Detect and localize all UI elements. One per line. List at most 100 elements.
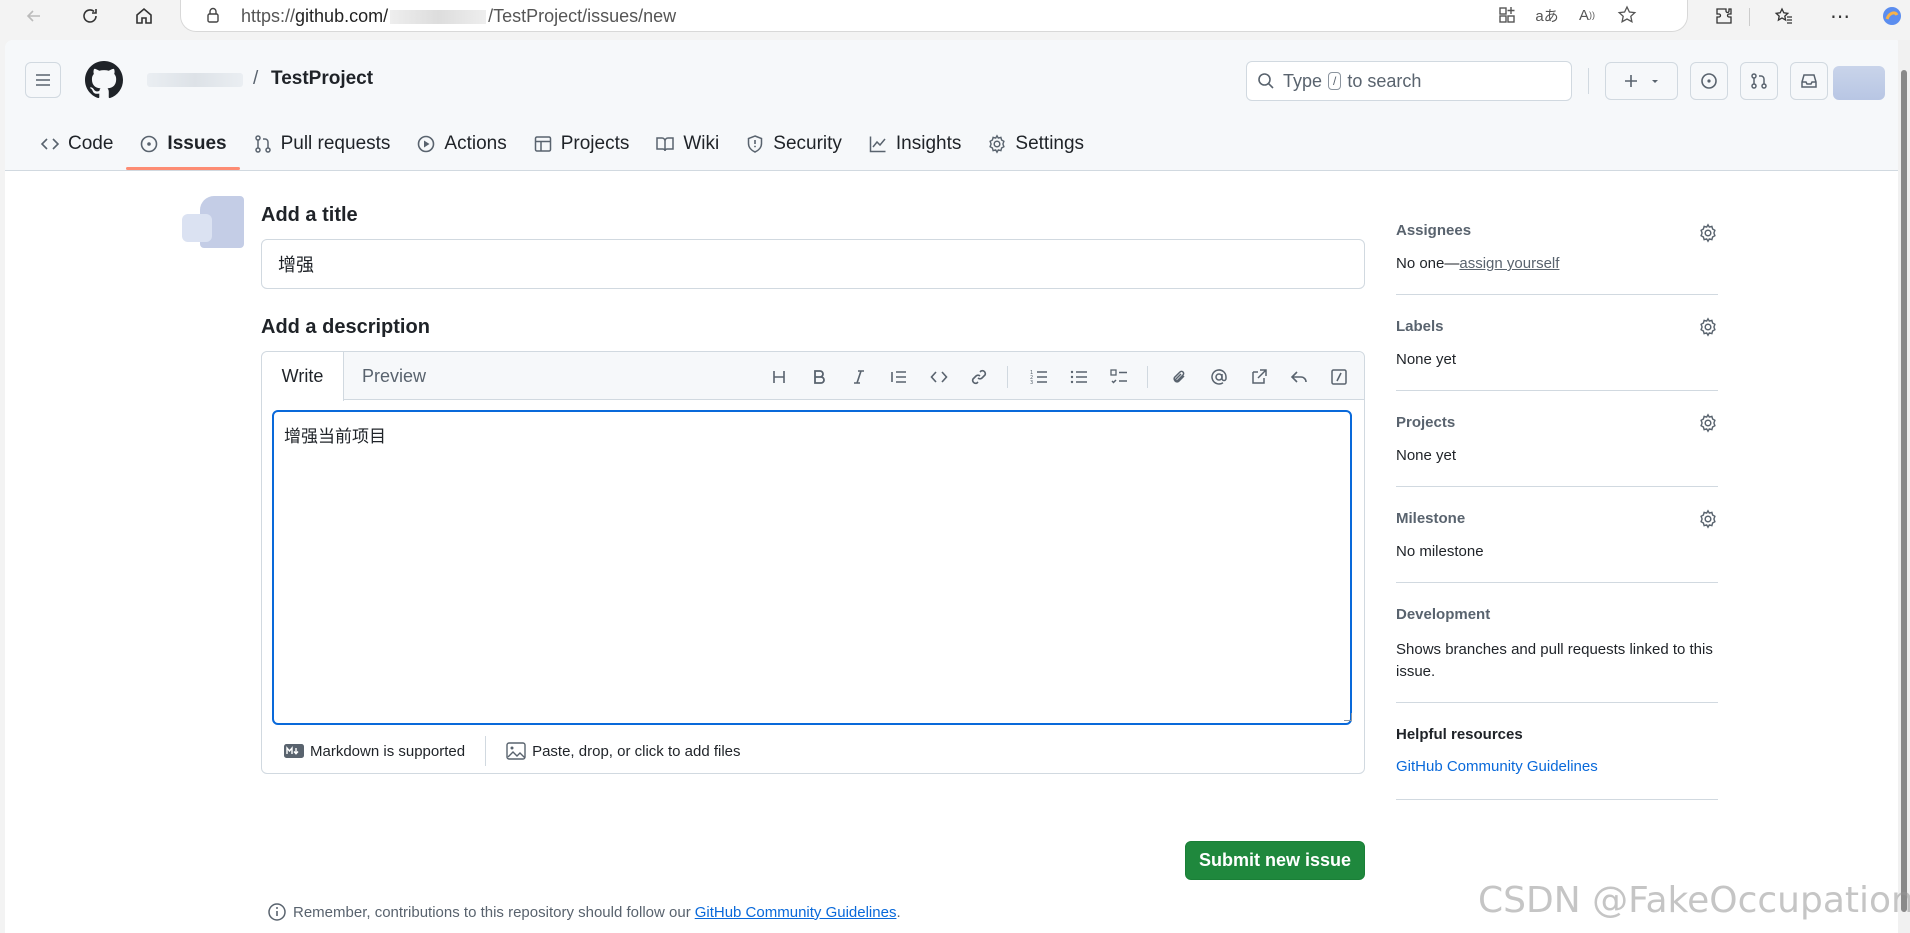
slash-commands-icon[interactable]	[1326, 364, 1352, 390]
labels-gear-icon[interactable]	[1698, 317, 1718, 337]
favorites-icon[interactable]	[1772, 4, 1796, 28]
assignees-section: Assignees No one—assign yourself	[1396, 222, 1718, 295]
user-avatar-redacted[interactable]	[1833, 66, 1885, 100]
milestone-title: Milestone	[1396, 510, 1466, 527]
remember-text: Remember, contributions to this reposito…	[293, 903, 691, 921]
app-available-icon[interactable]	[1495, 3, 1519, 27]
copilot-icon[interactable]	[1880, 4, 1904, 28]
tab-projects[interactable]: Projects	[520, 118, 643, 170]
owner-name-redacted[interactable]	[147, 73, 243, 87]
milestone-gear-icon[interactable]	[1698, 509, 1718, 529]
bold-icon[interactable]	[806, 364, 832, 390]
scrollbar-thumb[interactable]	[1901, 70, 1907, 912]
issue-title-input[interactable]: 增强	[261, 239, 1365, 289]
author-avatar-redacted	[182, 196, 244, 248]
markdown-note: Markdown is supported	[310, 742, 466, 760]
search-input[interactable]: Type / to search	[1246, 61, 1572, 101]
development-value: Shows branches and pull requests linked …	[1396, 641, 1713, 680]
triangle-down-icon	[1651, 80, 1658, 83]
cross-reference-icon[interactable]	[1246, 364, 1272, 390]
issue-opened-icon	[141, 135, 158, 153]
tab-wiki[interactable]: Wiki	[642, 118, 732, 170]
tab-code-label: Code	[68, 133, 114, 154]
refresh-icon[interactable]	[78, 4, 102, 28]
inbox-icon	[1801, 74, 1817, 88]
site-info-icon[interactable]	[201, 3, 225, 27]
unordered-list-icon[interactable]	[1066, 364, 1092, 390]
book-icon	[656, 137, 675, 152]
mention-icon[interactable]	[1206, 364, 1232, 390]
helpful-resources-title: Helpful resources	[1396, 726, 1523, 743]
contribution-guidelines-note: Remember, contributions to this reposito…	[267, 902, 901, 922]
tab-settings[interactable]: Settings	[974, 118, 1097, 170]
notifications-inbox-button[interactable]	[1790, 62, 1828, 100]
reply-icon[interactable]	[1286, 364, 1312, 390]
tab-projects-label: Projects	[560, 133, 630, 154]
svg-text:3: 3	[1030, 380, 1033, 386]
translate-icon[interactable]: aあ	[1535, 3, 1559, 27]
projects-title: Projects	[1396, 414, 1456, 431]
markdown-supported-link[interactable]: Markdown is supported	[284, 743, 465, 760]
quote-icon[interactable]	[886, 364, 912, 390]
link-icon[interactable]	[966, 364, 992, 390]
info-icon	[268, 903, 286, 921]
submit-new-issue-button[interactable]: Submit new issue	[1185, 841, 1365, 880]
milestone-value: No milestone	[1396, 543, 1484, 560]
tab-issues-label: Issues	[167, 133, 227, 154]
tab-pull-requests[interactable]: Pull requests	[240, 118, 404, 170]
textarea-resize-handle[interactable]	[1344, 713, 1352, 721]
open-global-nav-button[interactable]	[25, 62, 61, 98]
create-new-button[interactable]	[1605, 62, 1678, 100]
tab-insights[interactable]: Insights	[855, 118, 974, 170]
tab-write[interactable]: Write	[262, 352, 344, 401]
tab-pull-requests-label: Pull requests	[280, 133, 391, 154]
tab-issues[interactable]: Issues	[126, 118, 240, 170]
more-menu-icon[interactable]: ⋯	[1828, 4, 1852, 28]
italic-icon[interactable]	[846, 364, 872, 390]
repo-name-link[interactable]: TestProject	[271, 68, 373, 90]
attach-files-button[interactable]: Paste, drop, or click to add files	[506, 742, 741, 760]
your-issues-button[interactable]	[1690, 62, 1728, 100]
back-icon[interactable]	[22, 4, 46, 28]
table-icon	[534, 136, 551, 152]
extensions-icon[interactable]	[1712, 4, 1736, 28]
ordered-list-icon[interactable]: 123	[1026, 364, 1052, 390]
helpful-community-guidelines-link[interactable]: GitHub Community Guidelines	[1396, 758, 1598, 775]
toolbar-divider	[1749, 8, 1750, 26]
description-textarea[interactable]: 增强当前项目	[272, 410, 1352, 725]
issue-sidebar: Assignees No one—assign yourself Labels …	[1396, 222, 1718, 800]
address-bar[interactable]: https://github.com//TestProject/issues/n…	[180, 0, 1688, 32]
tab-code[interactable]: Code	[27, 118, 126, 170]
url-text: https://github.com//TestProject/issues/n…	[241, 6, 677, 26]
code-icon	[40, 138, 60, 150]
browser-toolbar: https://github.com//TestProject/issues/n…	[0, 0, 1910, 32]
home-icon[interactable]	[132, 4, 156, 28]
github-page: / TestProject Type / to search Code Issu…	[5, 40, 1903, 933]
page-scrollbar[interactable]	[1898, 40, 1910, 933]
editor-toolbar: Write Preview 123	[262, 352, 1364, 401]
github-logo-icon[interactable]	[85, 61, 123, 99]
projects-gear-icon[interactable]	[1698, 413, 1718, 433]
attach-note: Paste, drop, or click to add files	[532, 742, 741, 760]
repo-nav-tabs: Code Issues Pull requests Actions Projec…	[27, 118, 1097, 170]
paperclip-icon[interactable]	[1166, 364, 1192, 390]
heading-icon[interactable]	[766, 364, 792, 390]
graph-icon	[869, 136, 886, 153]
shield-icon	[748, 135, 763, 153]
favorite-star-icon[interactable]	[1615, 3, 1639, 27]
community-guidelines-link[interactable]: GitHub Community Guidelines	[695, 904, 897, 921]
read-aloud-icon[interactable]: A))	[1575, 3, 1599, 27]
tab-actions[interactable]: Actions	[403, 118, 519, 170]
assignees-gear-icon[interactable]	[1698, 223, 1718, 243]
repo-header: / TestProject Type / to search Code Issu…	[5, 40, 1903, 171]
code-icon[interactable]	[926, 364, 952, 390]
development-section: Development Shows branches and pull requ…	[1396, 583, 1718, 703]
git-pull-request-icon	[1751, 73, 1767, 89]
task-list-icon[interactable]	[1106, 364, 1132, 390]
assign-yourself-link[interactable]: assign yourself	[1459, 255, 1559, 272]
your-pull-requests-button[interactable]	[1740, 62, 1778, 100]
toolbar-separator	[1147, 366, 1148, 388]
tab-security[interactable]: Security	[732, 118, 855, 170]
tab-preview[interactable]: Preview	[344, 352, 444, 401]
helpful-resources-section: Helpful resources GitHub Community Guide…	[1396, 703, 1718, 800]
